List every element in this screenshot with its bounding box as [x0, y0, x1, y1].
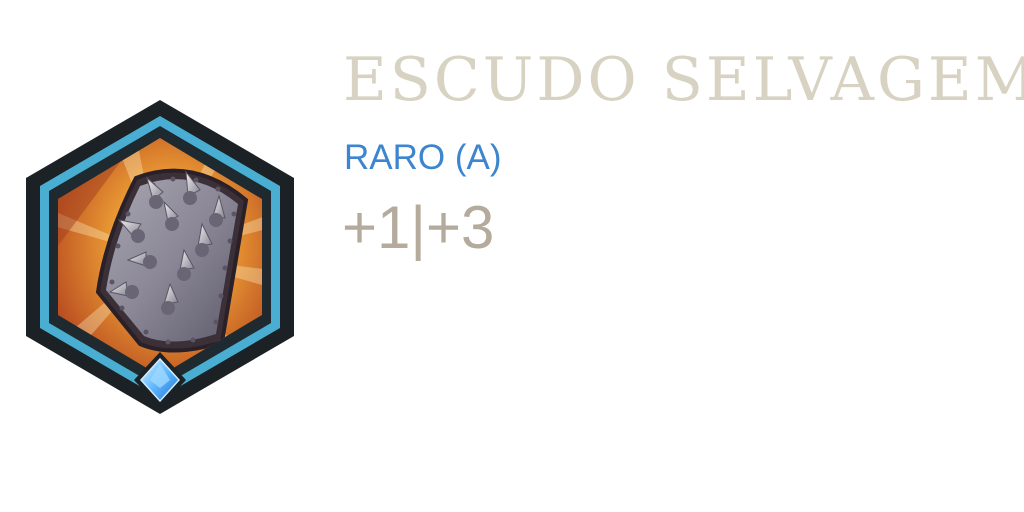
- item-name: ESCUDO SELVAGEM: [343, 45, 1024, 115]
- item-stats: +1|+3: [342, 194, 495, 261]
- item-card: ESCUDO SELVAGEM RARO (A) +1|+3: [0, 0, 1024, 512]
- item-rarity: RARO (A): [344, 138, 502, 177]
- spiked-shield-icon: [26, 100, 294, 414]
- item-icon-frame: [18, 96, 302, 418]
